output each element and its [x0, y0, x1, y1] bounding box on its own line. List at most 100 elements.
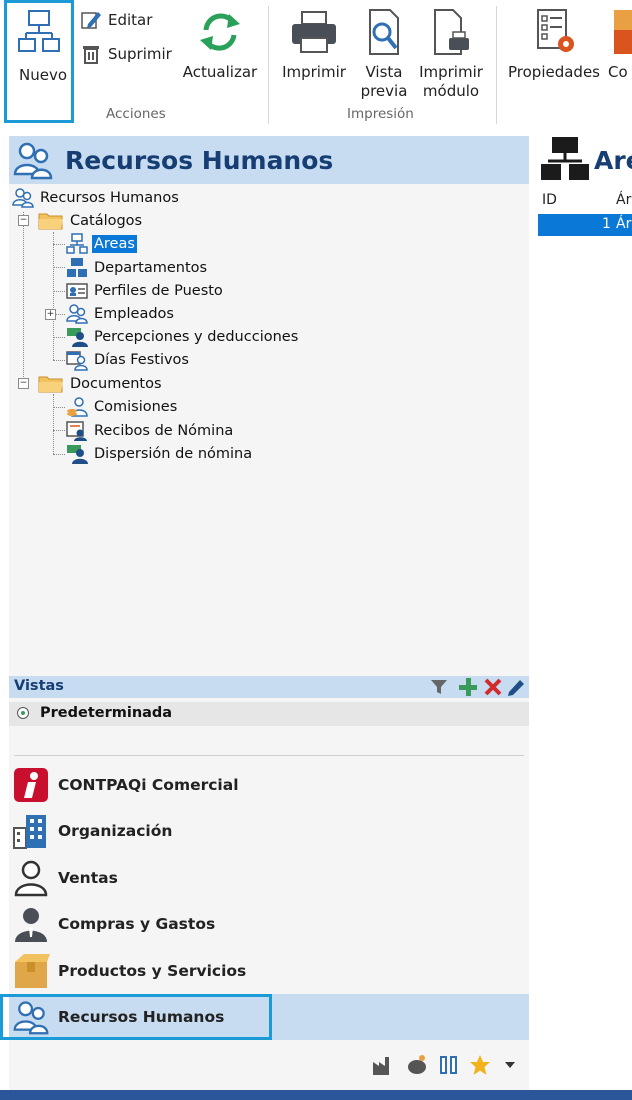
factory-icon[interactable] [372, 1054, 394, 1076]
print-module-icon [434, 9, 469, 55]
plus-icon[interactable] [458, 677, 478, 697]
people-icon [12, 188, 34, 208]
tree-line [53, 454, 65, 455]
module-contpaqi[interactable]: CONTPAQi Comercial [12, 765, 239, 805]
module-productos[interactable]: Productos y Servicios [12, 951, 246, 991]
tree-item-festivos[interactable]: Días Festivos [66, 349, 189, 371]
commission-icon [67, 397, 88, 417]
acciones-group-label: Acciones [106, 106, 166, 122]
vista-previa-button[interactable]: Vista previa [356, 8, 412, 101]
tree-label: Empleados [94, 306, 174, 322]
receipt-icon [66, 421, 87, 441]
editar-label: Editar [108, 11, 153, 29]
propiedades-button[interactable]: Propiedades [504, 8, 604, 82]
table-row[interactable]: 1 Ár [538, 214, 632, 236]
tree-label: Días Festivos [94, 352, 189, 368]
actualizar-button[interactable]: Actualizar [178, 8, 262, 82]
tree-line [53, 394, 54, 454]
pencil-icon[interactable] [506, 677, 526, 697]
tree-line [53, 244, 65, 245]
payroll-icon [67, 328, 88, 347]
star-icon[interactable] [468, 1053, 492, 1077]
bottom-icons [370, 1052, 526, 1078]
printer-icon [292, 11, 336, 53]
tree-item-percepciones[interactable]: Percepciones y deducciones [66, 326, 298, 348]
collapse-toggle[interactable]: − [18, 378, 29, 389]
tree-item-dispersion[interactable]: Dispersión de nómina [66, 443, 252, 465]
module-organizacion[interactable]: Organización [12, 811, 172, 851]
tree-line [53, 360, 65, 361]
tree-line [53, 232, 54, 360]
expand-toggle[interactable]: + [45, 309, 56, 320]
column-header-id[interactable]: ID [542, 192, 557, 208]
vista-row[interactable]: Predeterminada [9, 702, 529, 726]
departments-icon [67, 258, 87, 277]
divider [14, 755, 524, 756]
ribbon-separator [496, 6, 497, 124]
editar-button[interactable]: Editar [80, 9, 152, 31]
tree-line [23, 212, 24, 385]
manager-icon [15, 908, 47, 942]
tree-label: Perfiles de Puesto [94, 283, 223, 299]
suprimir-button[interactable]: Suprimir [80, 43, 172, 65]
tree-label: Percepciones y deducciones [94, 329, 299, 345]
nav-title: Recursos Humanos [65, 146, 334, 175]
module-label: Compras y Gastos [58, 915, 216, 933]
tree-item-catalogos[interactable]: Catálogos [38, 210, 142, 232]
nuevo-button[interactable]: Nuevo [4, 0, 74, 123]
module-ventas[interactable]: Ventas [12, 858, 118, 898]
print-preview-icon [369, 9, 399, 55]
vista-label: Predeterminada [40, 705, 173, 721]
edit-icon [81, 12, 101, 29]
tree-item-areas[interactable]: Areas [66, 233, 137, 255]
id-card-icon [66, 283, 88, 299]
collapse-toggle[interactable]: − [18, 215, 29, 226]
imprimir-modulo-button[interactable]: Imprimir módulo [414, 8, 488, 101]
org-chart-icon [66, 233, 88, 254]
cell-area: Ár [616, 216, 632, 232]
tree-label: Catálogos [70, 213, 143, 229]
columns-icon[interactable] [438, 1054, 460, 1076]
tree-label-selected: Areas [92, 235, 137, 253]
tree-item-perfiles[interactable]: Perfiles de Puesto [66, 280, 223, 302]
tree-item-documentos[interactable]: Documentos [38, 373, 162, 395]
imprimir-modulo-label-1: Imprimir [419, 63, 483, 81]
tree-label: Dispersión de nómina [94, 446, 253, 462]
properties-icon [537, 9, 574, 52]
contpaqi-icon [14, 768, 48, 802]
tree-item-departamentos[interactable]: Departamentos [66, 257, 207, 279]
tree-item-comisiones[interactable]: Comisiones [66, 396, 177, 418]
calendar-person-icon [66, 351, 88, 371]
tree-label: Departamentos [94, 260, 208, 276]
module-label: Organización [58, 822, 173, 840]
people-icon [13, 1001, 49, 1035]
tree-label: Documentos [70, 376, 162, 392]
filter-icon[interactable] [430, 678, 448, 696]
tree-line [53, 267, 65, 268]
vista-previa-label-2: previa [360, 82, 408, 100]
imprimir-button[interactable]: Imprimir [278, 8, 350, 82]
tree-item-root[interactable]: Recursos Humanos [12, 187, 179, 209]
module-label: CONTPAQi Comercial [58, 776, 239, 794]
colored-icon [614, 10, 632, 54]
folder-icon [38, 213, 63, 230]
tree-label: Recursos Humanos [40, 190, 179, 206]
vista-previa-label-1: Vista [365, 63, 403, 81]
vistas-header: Vistas [9, 676, 529, 698]
module-recursos-humanos[interactable]: Recursos Humanos [12, 997, 224, 1037]
tree-item-empleados[interactable]: Empleados [66, 303, 174, 325]
folder-icon [38, 376, 63, 393]
module-label: Recursos Humanos [58, 1008, 225, 1026]
piggy-bank-icon[interactable] [406, 1054, 430, 1076]
cell-id: 1 [602, 216, 611, 232]
dropdown-icon[interactable] [504, 1060, 516, 1070]
tree-label: Recibos de Nómina [94, 423, 234, 439]
people-icon [13, 142, 53, 180]
propiedades-label: Propiedades [508, 63, 600, 81]
delete-x-icon[interactable] [483, 677, 503, 697]
column-header-area[interactable]: Ár [616, 192, 631, 208]
org-chart-icon [541, 137, 589, 180]
module-compras[interactable]: Compras y Gastos [12, 904, 215, 944]
tree-item-recibos[interactable]: Recibos de Nómina [66, 420, 233, 442]
cut-off-ribbon-button[interactable]: Co [606, 8, 632, 88]
